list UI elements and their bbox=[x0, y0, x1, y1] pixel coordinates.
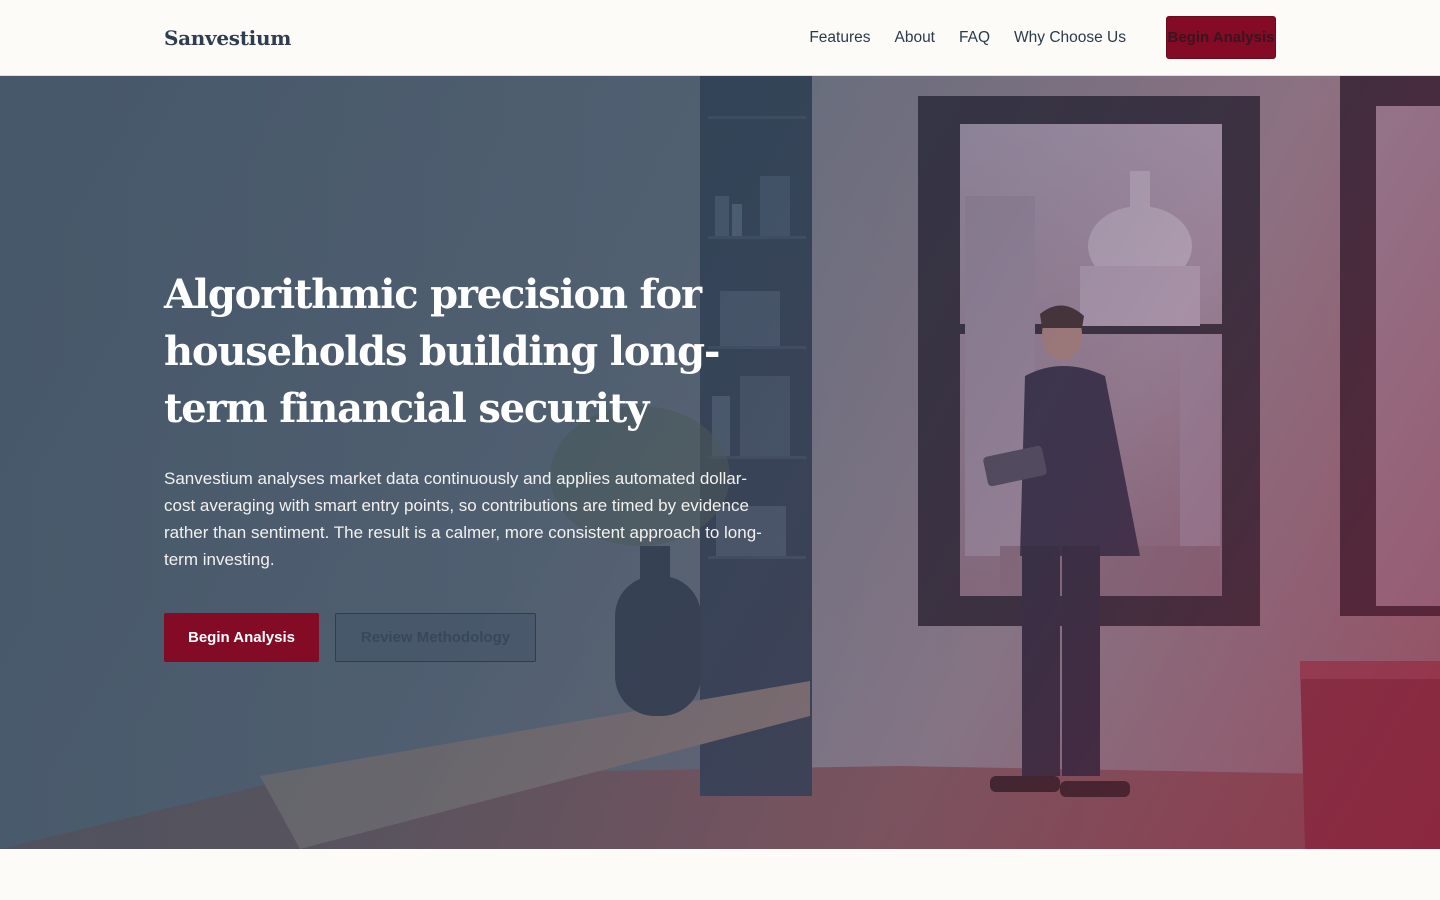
nav-link-features[interactable]: Features bbox=[809, 16, 870, 59]
hero-title: Algorithmic precision for households bui… bbox=[164, 271, 720, 432]
begin-analysis-button[interactable]: Begin Analysis bbox=[164, 613, 319, 662]
nav-begin-analysis-button[interactable]: Begin Analysis bbox=[1166, 16, 1276, 59]
hero-description: Sanvestium analyses market data continuo… bbox=[164, 469, 762, 569]
site-header: Sanvestium Features About FAQ Why Choose… bbox=[0, 0, 1440, 76]
brand-logo[interactable]: Sanvestium bbox=[164, 24, 291, 52]
nav-link-about[interactable]: About bbox=[894, 16, 935, 59]
next-section bbox=[0, 849, 1440, 900]
nav-link-faq[interactable]: FAQ bbox=[959, 16, 990, 59]
review-methodology-button[interactable]: Review Methodology bbox=[335, 613, 536, 662]
hero-actions: Begin Analysis Review Methodology bbox=[164, 613, 764, 662]
hero-content: Algorithmic precision for households bui… bbox=[164, 266, 764, 662]
hero-section: Algorithmic precision for households bui… bbox=[0, 76, 1440, 849]
main-nav: Features About FAQ Why Choose Us Begin A… bbox=[809, 16, 1276, 59]
nav-link-why-choose-us[interactable]: Why Choose Us bbox=[1014, 16, 1126, 59]
